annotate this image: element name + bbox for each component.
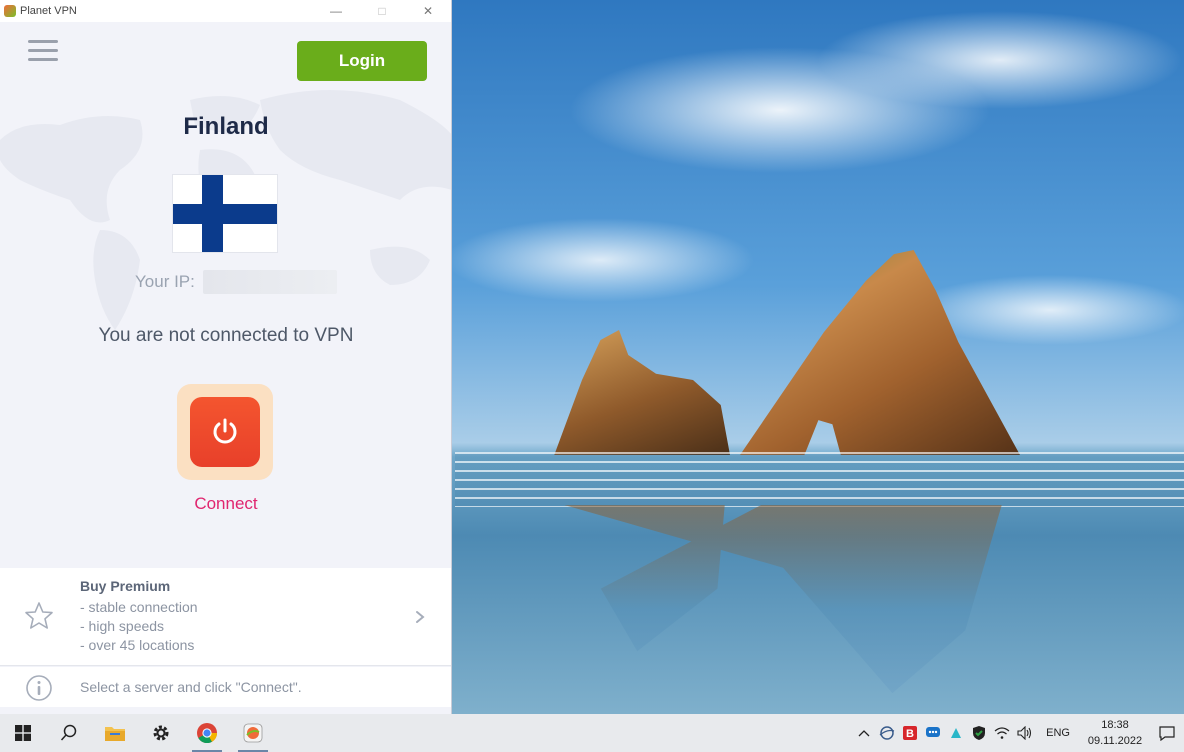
surf-waves xyxy=(455,452,1184,507)
chevron-up-icon xyxy=(858,730,870,737)
selected-country[interactable]: Finland xyxy=(0,113,451,141)
tray-chat-icon[interactable] xyxy=(921,714,944,752)
tray-sync-icon[interactable] xyxy=(944,714,967,752)
ip-label: Your IP: xyxy=(135,272,195,291)
power-icon xyxy=(213,418,237,444)
red-b-icon: B xyxy=(902,726,917,740)
tray-wifi[interactable] xyxy=(990,714,1013,752)
buy-premium-banner[interactable]: Buy Premium - stable connection - high s… xyxy=(0,568,451,666)
window-controls: — □ ✕ xyxy=(313,0,451,22)
speaker-icon xyxy=(1017,726,1031,740)
connect-label[interactable]: Connect xyxy=(0,494,451,514)
tray-volume[interactable] xyxy=(1013,714,1036,752)
rock-reflection xyxy=(564,505,1002,694)
wifi-icon xyxy=(994,727,1010,739)
chevron-right-icon xyxy=(416,611,425,623)
system-tray: B ENG 18:38 09.11.2022 xyxy=(852,714,1184,752)
notification-icon xyxy=(1159,726,1175,741)
taskbar: B ENG 18:38 09.11.2022 xyxy=(0,714,1184,752)
taskbar-file-explorer[interactable] xyxy=(92,714,138,752)
premium-feature: - high speeds xyxy=(80,618,165,634)
star-icon xyxy=(25,602,53,629)
taskbar-planet-vpn[interactable] xyxy=(230,714,276,752)
ip-row: Your IP: xyxy=(135,270,337,294)
clock-time: 18:38 xyxy=(1101,719,1129,731)
premium-feature: - stable connection xyxy=(80,599,198,615)
taskbar-settings[interactable] xyxy=(138,714,184,752)
search-button[interactable] xyxy=(46,714,92,752)
tray-b-icon[interactable]: B xyxy=(898,714,921,752)
sea-rock-small xyxy=(554,330,730,455)
globe-tray-icon xyxy=(879,726,894,740)
maximize-button[interactable]: □ xyxy=(359,0,405,22)
tray-security-icon[interactable] xyxy=(967,714,990,752)
start-button[interactable] xyxy=(0,714,46,752)
sync-icon xyxy=(950,728,961,738)
planet-vpn-window: Planet VPN — □ ✕ Login Finland Your IP: … xyxy=(0,0,452,714)
planet-vpn-app-icon xyxy=(4,5,16,17)
connection-status: You are not connected to VPN xyxy=(98,325,354,346)
chrome-icon xyxy=(197,723,218,744)
minimize-button[interactable]: — xyxy=(313,0,359,22)
planet-vpn-taskbar-icon xyxy=(243,723,263,743)
window-title: Planet VPN xyxy=(20,5,77,17)
hint-bar: Select a server and click "Connect". xyxy=(0,667,451,707)
login-button[interactable]: Login xyxy=(297,41,427,81)
show-hidden-icons[interactable] xyxy=(852,714,875,752)
ip-value-redacted xyxy=(202,270,337,294)
clock-date: 09.11.2022 xyxy=(1087,735,1143,747)
shield-icon xyxy=(972,726,985,740)
info-icon xyxy=(26,675,52,701)
hint-text: Select a server and click "Connect". xyxy=(80,679,302,695)
gear-icon xyxy=(153,725,169,741)
taskbar-chrome[interactable] xyxy=(184,714,230,752)
premium-feature: - over 45 locations xyxy=(80,637,195,653)
input-language[interactable]: ENG xyxy=(1036,727,1080,739)
connect-power-button[interactable] xyxy=(177,384,273,480)
title-bar[interactable]: Planet VPN — □ ✕ xyxy=(0,0,451,22)
hamburger-menu-icon[interactable] xyxy=(28,40,58,62)
action-center-button[interactable] xyxy=(1150,714,1184,752)
close-button[interactable]: ✕ xyxy=(405,0,451,22)
power-button-face[interactable] xyxy=(190,397,260,467)
sea-rock-arch xyxy=(740,250,1020,455)
tray-planet-icon[interactable] xyxy=(875,714,898,752)
search-icon xyxy=(60,724,77,741)
chat-bubble-icon xyxy=(925,727,940,737)
svg-text:B: B xyxy=(906,728,914,740)
clock[interactable]: 18:38 09.11.2022 xyxy=(1080,717,1150,749)
premium-title: Buy Premium xyxy=(80,578,171,594)
windows-logo-icon xyxy=(15,725,31,741)
finland-flag-icon[interactable] xyxy=(173,175,277,252)
folder-icon xyxy=(105,727,125,741)
